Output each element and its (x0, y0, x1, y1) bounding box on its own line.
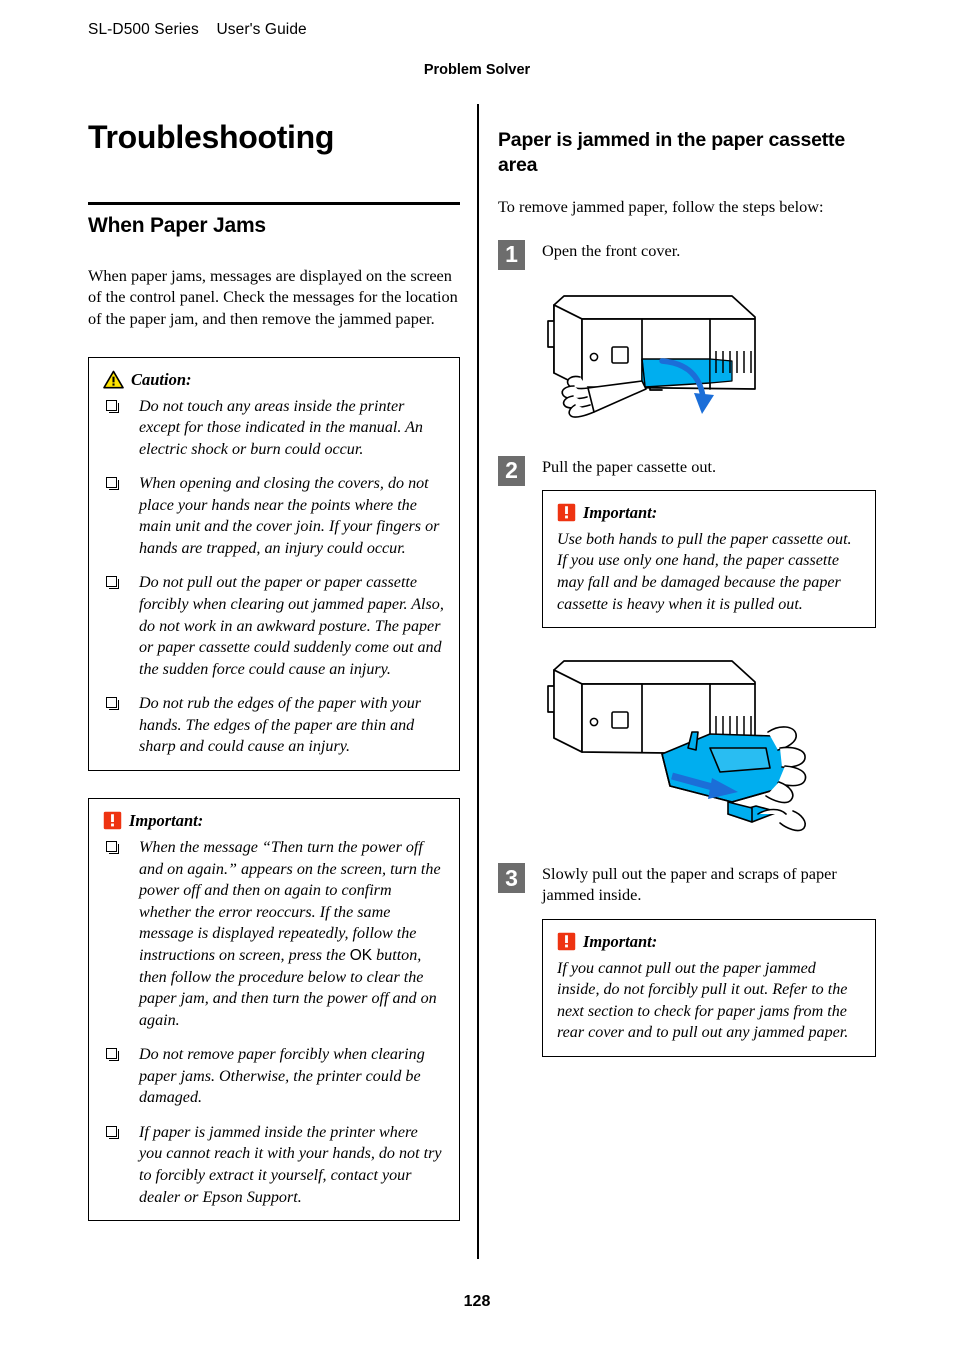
list-item-text: If paper is jammed inside the printer wh… (139, 1123, 442, 1206)
list-item: Do not rub the edges of the paper with y… (103, 693, 445, 758)
caution-box-header: Caution: (103, 370, 445, 390)
square-bullet-icon (106, 477, 119, 491)
important-exclamation-icon (557, 504, 576, 522)
square-bullet-icon (106, 1125, 119, 1139)
step-2-important-label: Important: (583, 502, 658, 522)
step-3-important-label: Important: (583, 931, 658, 951)
section-rule (88, 202, 460, 206)
list-item-text: Do not pull out the paper or paper casse… (139, 574, 444, 678)
caution-triangle-icon (103, 370, 124, 389)
step-number-badge: 2 (498, 455, 525, 486)
list-item: Do not pull out the paper or paper casse… (103, 572, 445, 680)
list-item-text: Do not rub the edges of the paper with y… (139, 695, 422, 756)
running-head-chapter: Problem Solver (423, 62, 531, 78)
list-item: Do not remove paper forcibly when cleari… (103, 1044, 445, 1109)
important-box-header: Important: (103, 811, 445, 831)
page-number: 128 (463, 1293, 491, 1310)
running-head-manual-name: User's Guide (216, 21, 307, 38)
list-item-text-part1: When the message “Then turn the power of… (139, 838, 441, 964)
square-bullet-icon (106, 697, 119, 711)
caution-list: Do not touch any areas inside the printe… (103, 396, 445, 758)
step-1: 1 Open the front cover. (498, 239, 876, 434)
important-box: Important: When the message “Then turn t… (88, 797, 460, 1222)
right-column: Paper is jammed in the paper cassette ar… (498, 128, 876, 1057)
step-3: 3 Slowly pull out the paper and scraps o… (498, 863, 876, 1057)
square-bullet-icon (106, 576, 119, 590)
step-3-important-header: Important: (557, 932, 861, 952)
step-2-important-text: Use both hands to pull the paper cassett… (557, 530, 852, 613)
caution-box-label: Caution: (131, 369, 192, 389)
list-item-text: Do not touch any areas inside the printe… (139, 397, 423, 458)
list-item: When the message “Then turn the power of… (103, 837, 445, 1031)
manual-page: SL-D500 Series User's Guide Problem Solv… (0, 0, 954, 1350)
step-3-text: Slowly pull out the paper and scraps of … (542, 864, 837, 905)
section-heading-paper-jammed-cassette: Paper is jammed in the paper cassette ar… (498, 129, 845, 176)
right-intro-paragraph: To remove jammed paper, follow the steps… (498, 196, 824, 216)
step-number-badge: 1 (498, 239, 525, 270)
important-exclamation-icon (557, 932, 576, 951)
step-1-figure (542, 269, 876, 434)
step-2: 2 Pull the paper cassette out. Important… (498, 455, 876, 841)
column-divider (477, 104, 479, 1259)
step-number-badge: 3 (498, 863, 525, 894)
step-2-important-box: Important: Use both hands to pull the pa… (542, 489, 876, 629)
step-3-important-text: If you cannot pull out the paper jammed … (557, 959, 849, 1042)
printer-front-cover-open-illustration (547, 294, 756, 418)
intro-paragraph: When paper jams, messages are displayed … (88, 265, 458, 328)
square-bullet-icon (106, 1048, 119, 1062)
important-box-label: Important: (129, 810, 204, 830)
square-bullet-icon (106, 840, 119, 854)
square-bullet-icon (106, 399, 119, 413)
left-column: Troubleshooting When Paper Jams When pap… (88, 119, 460, 1222)
important-exclamation-icon (103, 812, 122, 830)
ok-button-reference: OK (349, 946, 373, 964)
step-1-body: Open the front cover. (498, 240, 876, 434)
step-2-important-header: Important: (557, 503, 861, 523)
list-item-text: Do not remove paper forcibly when cleari… (139, 1046, 425, 1107)
step-1-text: Open the front cover. (542, 240, 681, 260)
section-heading-when-paper-jams: When Paper Jams (88, 214, 266, 238)
running-head-product-name: SL-D500 Series (88, 21, 199, 38)
step-2-figure (542, 636, 876, 841)
caution-box: Caution: Do not touch any areas inside t… (88, 356, 460, 771)
list-item: If paper is jammed inside the printer wh… (103, 1122, 445, 1208)
step-3-important-box: Important: If you cannot pull out the pa… (542, 918, 876, 1057)
step-2-text: Pull the paper cassette out. (542, 456, 717, 476)
list-item-text: When opening and closing the covers, do … (139, 475, 440, 557)
running-head-product: SL-D500 Series User's Guide (88, 21, 307, 39)
page-title: Troubleshooting (88, 119, 335, 155)
important-list: When the message “Then turn the power of… (103, 837, 445, 1208)
step-3-body: Slowly pull out the paper and scraps of … (498, 863, 876, 1057)
step-2-body: Pull the paper cassette out. Important: … (498, 456, 876, 841)
printer-paper-cassette-pull-out-illustration (547, 660, 807, 832)
list-item: When opening and closing the covers, do … (103, 473, 445, 559)
list-item: Do not touch any areas inside the printe… (103, 396, 445, 461)
